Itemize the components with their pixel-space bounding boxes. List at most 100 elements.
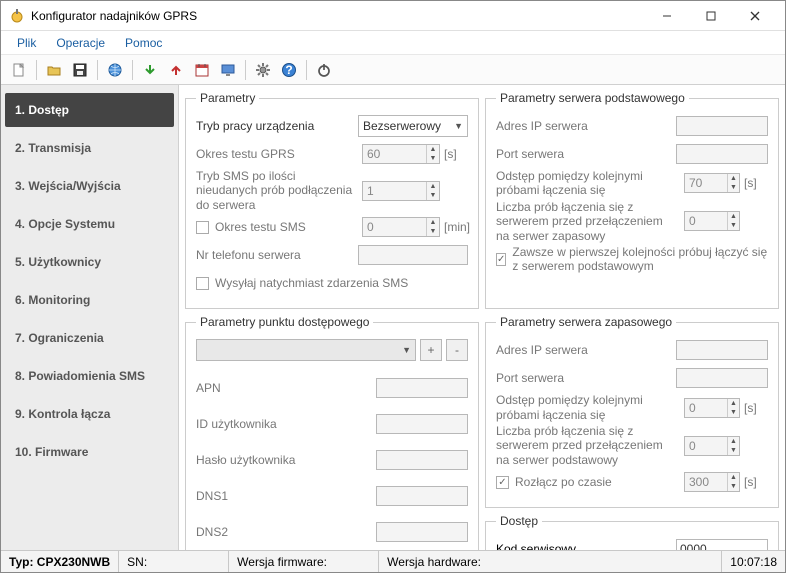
nav-uzytkownicy[interactable]: 5. Użytkownicy	[5, 245, 174, 279]
label-apn: APN	[196, 381, 376, 395]
check-sms-test: Okres testu SMS	[196, 220, 362, 234]
button-apn-add: +	[420, 339, 442, 361]
label-primary-addr: Adres IP serwera	[496, 119, 676, 133]
label-backup-port: Port serwera	[496, 371, 676, 385]
spin-gprs-test: ▲▼	[362, 144, 440, 164]
label-mode: Tryb pracy urządzenia	[196, 119, 358, 133]
input-server-phone	[358, 245, 468, 265]
gear-icon[interactable]	[251, 58, 275, 82]
input-backup-addr	[676, 340, 768, 360]
label-sms-mode: Tryb SMS po ilości nieudanych prób podłą…	[196, 169, 362, 212]
group-backup-server: Parametry serwera zapasowego Adres IP se…	[485, 315, 779, 508]
new-file-icon[interactable]	[7, 58, 31, 82]
upload-arrow-icon[interactable]	[164, 58, 188, 82]
label-backup-tries: Liczba prób łączenia się z serwerem prze…	[496, 424, 684, 467]
group-primary-server: Parametry serwera podstawowego Adres IP …	[485, 91, 779, 309]
status-time: 10:07:18	[722, 551, 785, 572]
nav-firmware[interactable]: 10. Firmware	[5, 435, 174, 469]
label-primary-port: Port serwera	[496, 147, 676, 161]
unit-gprs-test: [s]	[444, 147, 468, 161]
help-icon[interactable]: ?	[277, 58, 301, 82]
save-icon[interactable]	[68, 58, 92, 82]
select-mode[interactable]: Bezserwerowy▼	[358, 115, 468, 137]
app-window: Konfigurator nadajników GPRS Plik Operac…	[0, 0, 786, 573]
menubar: Plik Operacje Pomoc	[1, 31, 785, 55]
unit-primary-interval: [s]	[744, 176, 768, 190]
legend-apn: Parametry punktu dostępowego	[196, 315, 373, 329]
label-dns1: DNS1	[196, 489, 376, 503]
nav-monitoring[interactable]: 6. Monitoring	[5, 283, 174, 317]
legend-access: Dostęp	[496, 514, 542, 528]
nav-ograniczenia[interactable]: 7. Ograniczenia	[5, 321, 174, 355]
spin-backup-tries: ▲▼	[684, 436, 740, 456]
label-apn-pass: Hasło użytkownika	[196, 453, 376, 467]
spin-disconnect: ▲▼	[684, 472, 740, 492]
input-dns1	[376, 486, 468, 506]
label-server-phone: Nr telefonu serwera	[196, 248, 358, 262]
toolbar: ?	[1, 55, 785, 85]
nav-powiadomienia-sms[interactable]: 8. Powiadomienia SMS	[5, 359, 174, 393]
spin-primary-interval: ▲▼	[684, 173, 740, 193]
titlebar: Konfigurator nadajników GPRS	[1, 1, 785, 31]
menu-file[interactable]: Plik	[9, 34, 44, 52]
menu-operations[interactable]: Operacje	[48, 34, 113, 52]
select-apn-preset: ▼	[196, 339, 416, 361]
statusbar: Typ: CPX230NWB SN: Wersja firmware: Wers…	[1, 550, 785, 572]
menu-help[interactable]: Pomoc	[117, 34, 170, 52]
label-backup-addr: Adres IP serwera	[496, 343, 676, 357]
calendar-icon[interactable]	[190, 58, 214, 82]
label-primary-interval: Odstęp pomiędzy kolejnymi próbami łączen…	[496, 169, 684, 198]
status-hw: Wersja hardware:	[379, 551, 722, 572]
window-title: Konfigurator nadajników GPRS	[31, 9, 645, 23]
nav-transmisja[interactable]: 2. Transmisja	[5, 131, 174, 165]
nav-opcje-systemu[interactable]: 4. Opcje Systemu	[5, 207, 174, 241]
app-icon	[9, 8, 25, 24]
group-parametry: Parametry Tryb pracy urządzenia Bezserwe…	[185, 91, 479, 309]
input-backup-port	[676, 368, 768, 388]
group-apn: Parametry punktu dostępowego ▼ + - APN I…	[185, 315, 479, 550]
power-icon[interactable]	[312, 58, 336, 82]
legend-backup: Parametry serwera zapasowego	[496, 315, 676, 329]
globe-icon[interactable]	[103, 58, 127, 82]
spin-primary-tries: ▲▼	[684, 211, 740, 231]
input-dns2	[376, 522, 468, 542]
download-arrow-icon[interactable]	[138, 58, 162, 82]
unit-disconnect: [s]	[744, 475, 768, 489]
svg-text:?: ?	[285, 63, 292, 77]
legend-primary: Parametry serwera podstawowego	[496, 91, 689, 105]
unit-sms-test: [min]	[444, 220, 468, 234]
check-disconnect: ✓Rozłącz po czasie	[496, 475, 684, 489]
label-service-code: Kod serwisowy	[496, 542, 676, 550]
label-primary-tries: Liczba prób łączenia się z serwerem prze…	[496, 200, 684, 243]
nav-kontrola-lacza[interactable]: 9. Kontrola łącza	[5, 397, 174, 431]
check-immediate-sms: Wysyłaj natychmiast zdarzenia SMS	[196, 276, 408, 290]
label-dns2: DNS2	[196, 525, 376, 539]
nav-dostep[interactable]: 1. Dostęp	[5, 93, 174, 127]
status-fw: Wersja firmware:	[229, 551, 379, 572]
open-folder-icon[interactable]	[42, 58, 66, 82]
label-backup-interval: Odstęp pomiędzy kolejnymi próbami łączen…	[496, 393, 684, 422]
close-button[interactable]	[733, 2, 777, 30]
input-apn	[376, 378, 468, 398]
maximize-button[interactable]	[689, 2, 733, 30]
label-apn-user: ID użytkownika	[196, 417, 376, 431]
legend-parametry: Parametry	[196, 91, 259, 105]
spin-backup-interval: ▲▼	[684, 398, 740, 418]
input-apn-user	[376, 414, 468, 434]
group-access: Dostęp Kod serwisowy Kod instalatora PIN…	[485, 514, 779, 550]
status-type: Typ: CPX230NWB	[1, 551, 119, 572]
nav-wejscia-wyjscia[interactable]: 3. Wejścia/Wyjścia	[5, 169, 174, 203]
minimize-button[interactable]	[645, 2, 689, 30]
spin-sms-mode: ▲▼	[362, 181, 440, 201]
label-gprs-test: Okres testu GPRS	[196, 147, 362, 161]
input-primary-addr	[676, 116, 768, 136]
input-apn-pass	[376, 450, 468, 470]
input-service-code[interactable]	[676, 539, 768, 550]
unit-backup-interval: [s]	[744, 401, 768, 415]
input-primary-port	[676, 144, 768, 164]
monitor-icon[interactable]	[216, 58, 240, 82]
sidebar: 1. Dostęp 2. Transmisja 3. Wejścia/Wyjśc…	[1, 85, 179, 550]
content-area: Parametry Tryb pracy urządzenia Bezserwe…	[179, 85, 785, 550]
check-primary-priority: ✓Zawsze w pierwszej kolejności próbuj łą…	[496, 245, 768, 274]
spin-sms-test: ▲▼	[362, 217, 440, 237]
